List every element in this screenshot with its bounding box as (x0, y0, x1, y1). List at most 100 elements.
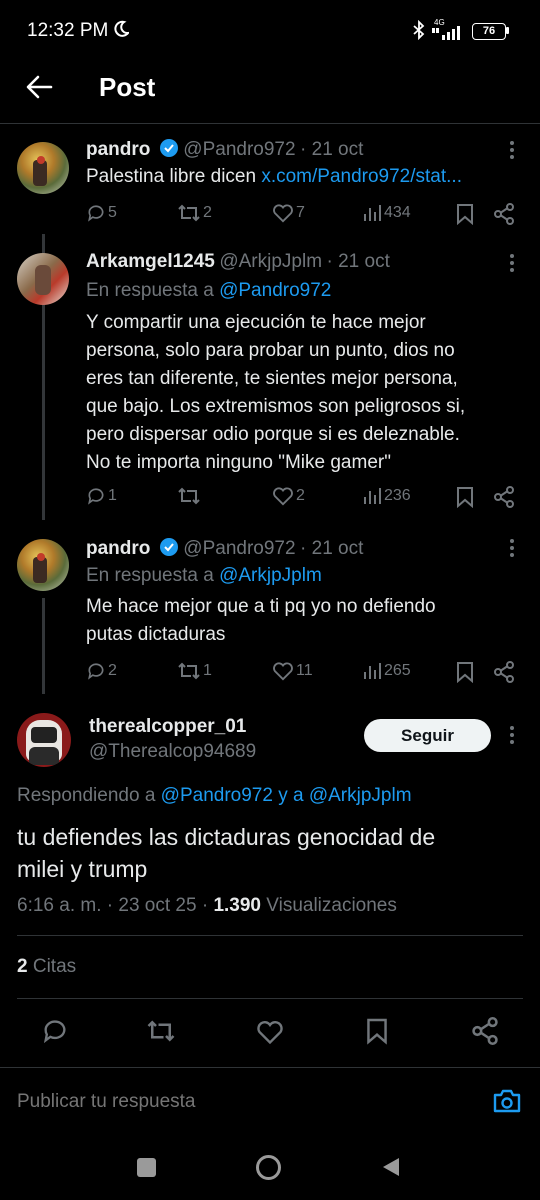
more-options-icon[interactable] (509, 538, 515, 558)
text-line: que bajo. Los extremismos son peligrosos… (86, 396, 466, 417)
author-handle[interactable]: @Therealcop94689 (89, 741, 256, 763)
bookmark-icon[interactable] (456, 486, 474, 508)
heart-icon (273, 662, 293, 681)
author-handle[interactable]: @ArkjpJplm (219, 251, 322, 272)
reply-action[interactable]: 5 (86, 203, 117, 223)
view-count: 434 (384, 204, 411, 221)
avatar[interactable] (17, 713, 71, 767)
tweet-header: pandro @Pandro972 · 21 oct (86, 138, 363, 161)
views-icon (364, 205, 381, 221)
back-button[interactable] (381, 1156, 401, 1178)
author-handle[interactable]: @Pandro972 (183, 538, 295, 559)
like-action[interactable]: 11 (272, 661, 313, 681)
signal-icon (432, 26, 460, 40)
divider (0, 1067, 540, 1068)
system-nav-bar (0, 1130, 540, 1200)
bookmark-icon[interactable] (456, 203, 474, 225)
reply-icon (88, 205, 104, 222)
tweet-header: Arkamgel1245 @ArkjpJplm · 21 oct (86, 251, 390, 273)
post-text: tu defiendes las dictaduras genocidad de… (17, 821, 435, 885)
reply-count: 1 (108, 487, 117, 504)
quotes-count: 2 (17, 956, 28, 977)
avatar[interactable] (17, 539, 69, 591)
bookmark-icon[interactable] (456, 661, 474, 683)
post-timestamp: 6:16 a. m. · 23 oct 25 · (17, 895, 214, 916)
like-action[interactable]: 7 (272, 203, 305, 223)
header-divider (0, 123, 540, 124)
avatar[interactable] (17, 142, 69, 194)
reply-context: En respuesta a @Pandro972 (86, 277, 331, 305)
text-line: persona, solo para probar un punto, dios… (86, 340, 455, 361)
share-icon[interactable] (493, 661, 515, 683)
share-icon[interactable] (493, 486, 515, 508)
author-handle[interactable]: @Pandro972 (183, 139, 295, 160)
recent-apps-button[interactable] (137, 1158, 156, 1177)
replying-to-link[interactable]: @Pandro972 y a @ArkjpJplm (161, 785, 412, 806)
home-button[interactable] (256, 1155, 281, 1180)
tweet-body: Palestina libre dicen (86, 166, 262, 187)
more-options-icon[interactable] (509, 140, 515, 160)
reply-icon (88, 663, 104, 680)
reply-input[interactable] (17, 1088, 457, 1116)
tweet-date: · 21 oct (300, 139, 364, 160)
like-count: 7 (296, 204, 305, 221)
retweet-action[interactable]: 1 (177, 661, 212, 681)
views-action[interactable]: 265 (362, 661, 411, 681)
view-count: 236 (384, 487, 411, 504)
verified-badge-icon (159, 538, 178, 556)
retweet-icon (178, 204, 200, 222)
quotes-link[interactable]: 2 Citas (17, 956, 76, 978)
retweet-icon (178, 662, 200, 680)
back-arrow-icon[interactable] (24, 72, 54, 102)
views-icon (364, 488, 381, 504)
author-name[interactable]: pandro (86, 139, 150, 160)
replying-context: Respondiendo a @Pandro972 y a @ArkjpJplm (17, 782, 412, 810)
more-options-icon[interactable] (509, 253, 515, 273)
text-line: Y compartir una ejecución te hace mejor (86, 312, 426, 333)
bookmark-icon[interactable] (366, 1017, 388, 1045)
follow-button[interactable]: Seguir (364, 719, 491, 752)
like-count: 2 (296, 487, 305, 504)
views-number: 1.390 (213, 895, 261, 916)
author-name[interactable]: therealcopper_01 (89, 716, 246, 738)
reply-to-link[interactable]: @Pandro972 (219, 280, 331, 301)
camera-icon[interactable] (493, 1088, 521, 1114)
like-action[interactable]: 2 (272, 486, 305, 506)
bluetooth-icon (413, 20, 425, 40)
heart-icon (273, 487, 293, 506)
status-bar: 12:32 PM 4G 76 (0, 0, 540, 60)
author-name[interactable]: Arkamgel1245 (86, 251, 215, 272)
share-icon[interactable] (493, 203, 515, 225)
status-time: 12:32 PM (27, 20, 109, 41)
author-name[interactable]: pandro (86, 538, 150, 559)
like-count: 11 (296, 662, 313, 679)
text-line: putas dictaduras (86, 624, 226, 645)
text-line: Me hace mejor que a ti pq yo no defiendo (86, 596, 436, 617)
views-action[interactable]: 434 (362, 203, 411, 223)
retweet-icon (178, 487, 200, 505)
reply-to-link[interactable]: @ArkjpJplm (219, 565, 322, 586)
battery-tip (506, 27, 509, 34)
avatar[interactable] (17, 253, 69, 305)
moon-icon (114, 20, 129, 37)
heart-icon[interactable] (256, 1019, 284, 1045)
verified-badge-icon (159, 139, 178, 157)
retweet-count: 2 (203, 204, 212, 221)
retweet-icon[interactable] (146, 1018, 176, 1044)
views-label: Visualizaciones (260, 895, 397, 916)
views-icon (364, 663, 381, 679)
views-action[interactable]: 236 (362, 486, 411, 506)
post-meta: 6:16 a. m. · 23 oct 25 · 1.390 Visualiza… (17, 895, 397, 917)
retweet-action[interactable]: 2 (177, 203, 212, 223)
divider (17, 998, 523, 999)
page-title: Post (99, 72, 156, 102)
more-options-icon[interactable] (509, 725, 515, 745)
reply-prefix: En respuesta a (86, 565, 220, 586)
reply-icon[interactable] (41, 1017, 69, 1045)
reply-action[interactable]: 1 (86, 486, 117, 506)
retweet-action[interactable] (177, 486, 203, 506)
tweet-date: · 21 oct (326, 251, 390, 272)
share-icon[interactable] (471, 1017, 499, 1045)
reply-action[interactable]: 2 (86, 661, 117, 681)
tweet-link[interactable]: x.com/Pandro972/stat... (261, 166, 462, 187)
